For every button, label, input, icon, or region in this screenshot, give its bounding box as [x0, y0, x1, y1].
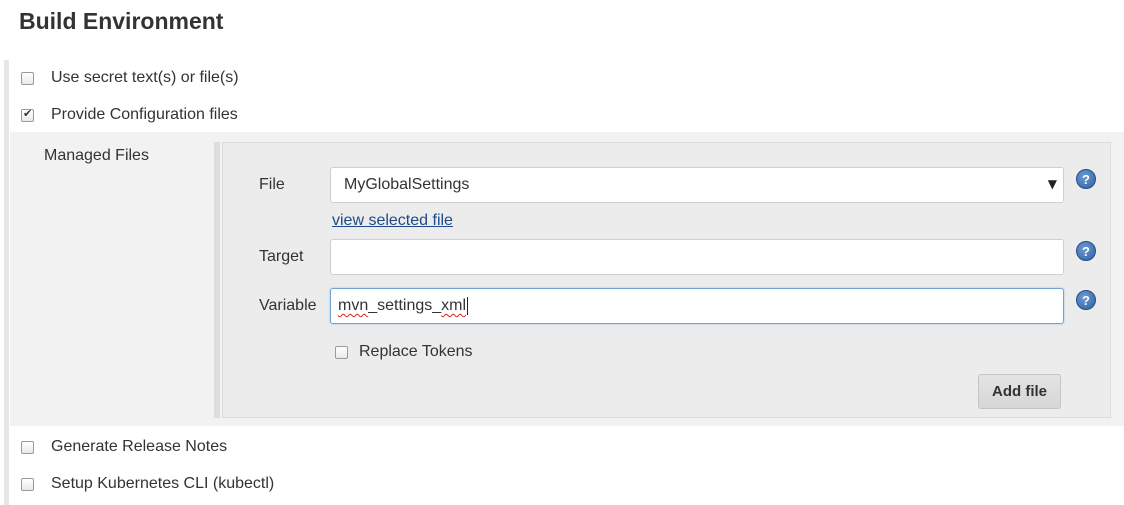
repeatable-bar: [214, 142, 220, 418]
replace-tokens-checkbox[interactable]: [335, 345, 348, 359]
replace-tokens-option[interactable]: Replace Tokens: [335, 340, 473, 364]
release-notes-label: Generate Release Notes: [51, 438, 228, 455]
section-title: Build Environment: [19, 8, 224, 34]
use-secret-label: Use secret text(s) or file(s): [51, 69, 239, 86]
managed-files-label: Managed Files: [44, 147, 149, 164]
text-caret: [467, 297, 469, 315]
help-icon[interactable]: ?: [1076, 169, 1096, 189]
add-file-button[interactable]: Add file: [978, 374, 1061, 409]
option-generate-release-notes[interactable]: Generate Release Notes: [21, 435, 227, 459]
help-icon[interactable]: ?: [1076, 241, 1096, 261]
option-use-secret[interactable]: Use secret text(s) or file(s): [21, 66, 239, 90]
option-setup-kubectl[interactable]: Setup Kubernetes CLI (kubectl): [21, 472, 274, 496]
provide-config-label: Provide Configuration files: [51, 106, 238, 123]
variable-value-part: xml: [441, 297, 467, 314]
kubectl-label: Setup Kubernetes CLI (kubectl): [51, 475, 275, 492]
variable-value-part: _settings_: [368, 297, 442, 314]
release-notes-checkbox[interactable]: [21, 440, 34, 454]
target-input[interactable]: [330, 239, 1064, 275]
variable-input[interactable]: mvn _settings_ xml: [330, 288, 1064, 324]
variable-label: Variable: [259, 297, 317, 314]
kubectl-checkbox[interactable]: [21, 477, 34, 491]
help-icon[interactable]: ?: [1076, 290, 1096, 310]
file-select[interactable]: MyGlobalSettings ▼: [330, 167, 1064, 203]
provide-config-checkbox[interactable]: [21, 107, 34, 122]
replace-tokens-label: Replace Tokens: [359, 343, 473, 360]
chevron-down-icon: ▼: [1047, 177, 1057, 191]
use-secret-checkbox[interactable]: [21, 71, 34, 85]
target-label: Target: [259, 248, 304, 265]
file-select-value: MyGlobalSettings: [344, 176, 470, 193]
view-selected-file-link[interactable]: view selected file: [332, 212, 453, 230]
variable-value-part: mvn: [338, 297, 369, 314]
option-provide-config[interactable]: Provide Configuration files: [21, 103, 238, 127]
file-label: File: [259, 176, 285, 193]
